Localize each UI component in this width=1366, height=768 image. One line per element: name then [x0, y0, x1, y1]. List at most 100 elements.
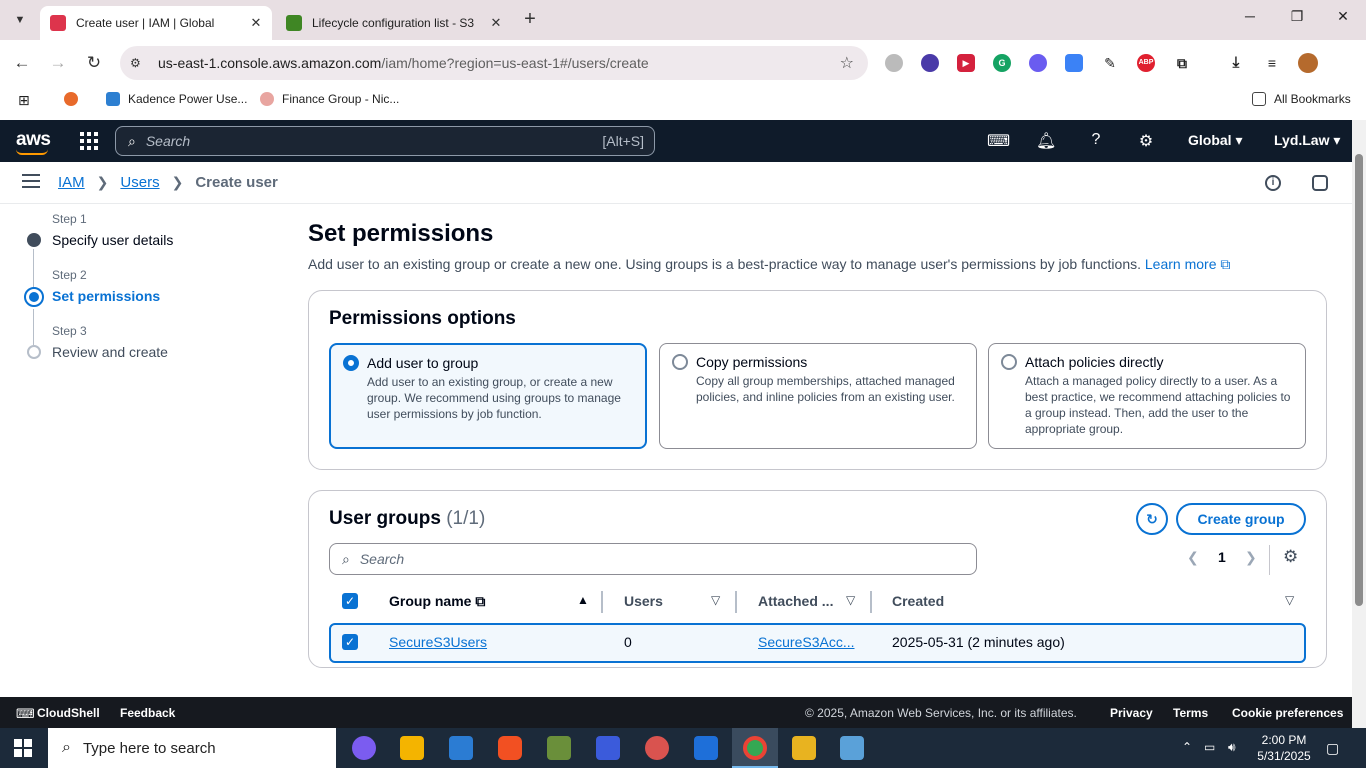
- volume-icon[interactable]: 🔊︎: [1228, 740, 1236, 755]
- browser-tab[interactable]: Lifecycle configuration list - S3 ✕: [276, 6, 512, 40]
- sort-icon[interactable]: ▽: [1285, 593, 1294, 607]
- step-name[interactable]: Specify user details: [52, 232, 173, 248]
- minimize-icon[interactable]: ─: [1235, 8, 1265, 24]
- cookie-preferences-link[interactable]: Cookie preferences: [1232, 706, 1343, 720]
- settings-gear-icon[interactable]: ⚙: [1136, 131, 1156, 151]
- close-tab-icon[interactable]: ✕: [486, 15, 506, 31]
- back-arrow-icon[interactable]: ←: [10, 52, 34, 76]
- brave-icon[interactable]: [498, 736, 522, 760]
- notifications-bell-icon[interactable]: 🔔︎: [1036, 131, 1056, 151]
- page-scrollbar[interactable]: [1352, 120, 1366, 728]
- col-created[interactable]: Created: [892, 593, 944, 609]
- group-search-input[interactable]: ⌕ Search: [329, 543, 977, 575]
- bookmark-item[interactable]: Kadence Power Use...: [106, 92, 247, 106]
- col-group-name[interactable]: Group name ⧉: [389, 593, 485, 610]
- close-window-icon[interactable]: ✕: [1328, 8, 1358, 25]
- bookmark-star-icon[interactable]: ☆: [840, 53, 854, 73]
- radio-button[interactable]: [1001, 354, 1017, 370]
- next-page-icon[interactable]: ❯: [1245, 549, 1257, 566]
- eyedropper-icon[interactable]: ✎: [1101, 54, 1119, 72]
- app-icon[interactable]: [547, 736, 571, 760]
- select-all-checkbox[interactable]: ✓: [342, 593, 358, 609]
- info-icon[interactable]: i: [1265, 175, 1281, 191]
- column-divider[interactable]: [870, 591, 872, 613]
- download-icon[interactable]: ⤓: [1227, 54, 1245, 72]
- app-icon[interactable]: [792, 736, 816, 760]
- scroll-thumb[interactable]: [1355, 154, 1363, 606]
- aws-search-input[interactable]: ⌕ Search [Alt+S]: [115, 126, 655, 156]
- media-control-icon[interactable]: ≡: [1263, 54, 1281, 72]
- attached-policy-link[interactable]: SecureS3Acc...: [758, 634, 855, 650]
- taskbar-clock[interactable]: 2:00 PM 5/31/2025: [1252, 732, 1316, 764]
- reload-icon[interactable]: ↻: [82, 52, 106, 76]
- column-divider[interactable]: [735, 591, 737, 613]
- site-settings-icon[interactable]: ⚙: [130, 56, 148, 70]
- side-nav-menu-icon[interactable]: [22, 174, 40, 192]
- adblock-icon[interactable]: ABP: [1137, 54, 1155, 72]
- refresh-button[interactable]: ↻: [1136, 503, 1168, 535]
- url-bar[interactable]: ⚙ us-east-1.console.aws.amazon.com/iam/h…: [120, 46, 868, 80]
- privacy-link[interactable]: Privacy: [1110, 706, 1153, 720]
- services-grid-icon[interactable]: [80, 132, 98, 150]
- forward-arrow-icon[interactable]: →: [46, 52, 70, 76]
- all-bookmarks[interactable]: All Bookmarks: [1252, 92, 1351, 106]
- tab-search-chevron-icon[interactable]: ▼: [6, 6, 34, 34]
- feedback-link[interactable]: Feedback: [120, 706, 175, 720]
- camera-extension-icon[interactable]: [885, 54, 903, 72]
- region-selector[interactable]: Global ▾: [1188, 132, 1242, 149]
- breadcrumb-iam[interactable]: IAM: [58, 174, 85, 191]
- bookmark-item[interactable]: Finance Group - Nic...: [260, 92, 399, 106]
- sort-icon[interactable]: ▽: [846, 593, 855, 607]
- sort-icon[interactable]: ▽: [711, 593, 720, 607]
- option-attach-policies[interactable]: Attach policies directly Attach a manage…: [988, 343, 1306, 449]
- feedback-hex-icon[interactable]: [1312, 175, 1328, 191]
- notifications-icon[interactable]: ▢: [1326, 740, 1339, 757]
- app-icon[interactable]: [694, 736, 718, 760]
- radio-button[interactable]: [343, 355, 359, 371]
- cloudshell-link[interactable]: CloudShell: [37, 706, 100, 720]
- browser-tab-active[interactable]: Create user | IAM | Global ✕: [40, 6, 272, 40]
- new-tab-plus-icon[interactable]: +: [518, 8, 542, 32]
- taskbar-search-input[interactable]: ⌕ Type here to search: [48, 728, 336, 768]
- app-icon[interactable]: [840, 736, 864, 760]
- apps-grid-icon[interactable]: ⊞: [18, 92, 30, 109]
- profile-avatar[interactable]: [1298, 53, 1318, 73]
- aws-logo[interactable]: aws: [16, 129, 51, 155]
- extensions-puzzle-icon[interactable]: ⧉: [1173, 54, 1191, 72]
- help-icon[interactable]: ?: [1086, 131, 1106, 149]
- restore-icon[interactable]: ❐: [1282, 8, 1312, 25]
- tray-chevron-icon[interactable]: ⌃: [1182, 740, 1192, 754]
- col-users[interactable]: Users: [624, 593, 663, 609]
- extension-icon[interactable]: [1065, 54, 1083, 72]
- option-copy-permissions[interactable]: Copy permissions Copy all group membersh…: [659, 343, 977, 449]
- cloudshell-icon[interactable]: ⌨: [987, 131, 1010, 151]
- account-menu[interactable]: Lyd.Law ▾: [1274, 132, 1340, 149]
- table-settings-gear-icon[interactable]: ⚙: [1283, 547, 1298, 567]
- radio-button[interactable]: [672, 354, 688, 370]
- option-add-user-to-group[interactable]: Add user to group Add user to an existin…: [329, 343, 647, 449]
- extension-icon[interactable]: ▶: [957, 54, 975, 72]
- extension-icon[interactable]: [921, 54, 939, 72]
- cloudshell-icon[interactable]: ⌨: [16, 706, 35, 722]
- row-checkbox[interactable]: ✓: [342, 634, 358, 650]
- col-attached[interactable]: Attached ...: [758, 593, 833, 609]
- learn-more-link[interactable]: Learn more ⧉: [1145, 256, 1230, 272]
- close-tab-icon[interactable]: ✕: [246, 15, 266, 31]
- windows-start-icon[interactable]: [14, 739, 32, 757]
- extension-icon[interactable]: [1029, 54, 1047, 72]
- chrome-icon[interactable]: [743, 736, 767, 760]
- prev-page-icon[interactable]: ❮: [1187, 549, 1199, 566]
- copilot-icon[interactable]: [352, 736, 376, 760]
- network-icon[interactable]: ▭: [1204, 740, 1215, 754]
- group-name-link[interactable]: SecureS3Users: [389, 634, 487, 650]
- column-divider[interactable]: [601, 591, 603, 613]
- create-group-button[interactable]: Create group: [1176, 503, 1306, 535]
- network-app-icon[interactable]: [596, 736, 620, 760]
- store-icon[interactable]: [449, 736, 473, 760]
- grammarly-icon[interactable]: G: [993, 54, 1011, 72]
- file-explorer-icon[interactable]: [400, 736, 424, 760]
- page-number[interactable]: 1: [1218, 549, 1226, 565]
- sort-ascending-icon[interactable]: ▲: [577, 593, 589, 607]
- terms-link[interactable]: Terms: [1173, 706, 1208, 720]
- breadcrumb-users[interactable]: Users: [120, 174, 159, 191]
